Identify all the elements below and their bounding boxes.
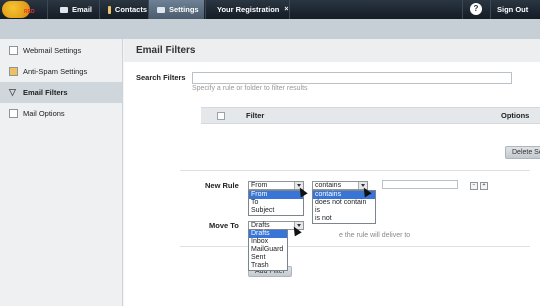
sidebar-item-label: Mail Options bbox=[23, 109, 65, 118]
delete-selected-button[interactable]: Delete Se bbox=[505, 146, 540, 159]
sign-out-label: Sign Out bbox=[497, 5, 529, 14]
move-to-dropdown: Drafts Inbox MailGuard Sent Trash bbox=[248, 229, 288, 271]
rule-operator-value: contains bbox=[315, 182, 342, 189]
main-panel: Email Filters Search Filters Specify a r… bbox=[124, 39, 540, 306]
mail-options-icon bbox=[9, 109, 18, 118]
help-button[interactable]: ? bbox=[462, 0, 490, 19]
new-rule-label: New Rule bbox=[205, 181, 239, 190]
envelope-icon bbox=[60, 6, 68, 13]
logo-text: RED bbox=[24, 9, 35, 15]
search-hint: Specify a rule or folder to filter resul… bbox=[192, 85, 308, 92]
sidebar-item-mail-options[interactable]: Mail Options bbox=[0, 103, 122, 124]
antispam-icon bbox=[9, 67, 18, 76]
select-all-checkbox[interactable] bbox=[217, 112, 225, 120]
search-filters-label: Search Filters bbox=[136, 73, 186, 82]
sidebar-item-label: Anti-Spam Settings bbox=[23, 67, 88, 76]
move-to-value: Drafts bbox=[251, 222, 270, 229]
sign-out-button[interactable]: Sign Out bbox=[490, 0, 540, 19]
sidebar-item-anti-spam-settings[interactable]: Anti-Spam Settings bbox=[0, 61, 122, 82]
move-to-label: Move To bbox=[209, 221, 239, 230]
dropdown-option[interactable]: MailGuard bbox=[249, 246, 287, 254]
dropdown-option[interactable]: To bbox=[249, 199, 303, 207]
sidebar: Webmail Settings Anti-Spam Settings ▽ Em… bbox=[0, 39, 123, 306]
dropdown-option[interactable]: Inbox bbox=[249, 238, 287, 246]
dropdown-option[interactable]: does not contain bbox=[313, 199, 375, 207]
rule-field-value: From bbox=[251, 182, 268, 189]
logo: RED bbox=[0, 0, 46, 19]
tab-settings[interactable]: Settings bbox=[148, 0, 204, 19]
add-rule-button[interactable]: + bbox=[480, 182, 488, 190]
dropdown-option[interactable]: is bbox=[313, 207, 375, 215]
move-to-hint: e the rule will deliver to bbox=[339, 232, 411, 239]
sidebar-item-webmail-settings[interactable]: Webmail Settings bbox=[0, 40, 122, 61]
filter-column-header: Filter bbox=[246, 111, 265, 120]
close-icon[interactable]: × bbox=[284, 6, 288, 13]
options-column-header: Options bbox=[501, 111, 530, 120]
dropdown-option[interactable]: Trash bbox=[249, 262, 287, 270]
top-nav-bar: RED Email Contacts Settings Your Registr… bbox=[0, 0, 540, 19]
filters-table-header: Filter Options bbox=[201, 107, 540, 124]
tab-your-registration[interactable]: Your Registration × bbox=[205, 0, 290, 19]
divider bbox=[180, 246, 530, 247]
tab-contacts[interactable]: Contacts bbox=[99, 0, 147, 19]
page-title: Email Filters bbox=[136, 45, 196, 56]
sidebar-item-label: Email Filters bbox=[23, 88, 68, 97]
search-input[interactable] bbox=[192, 72, 512, 84]
dropdown-option[interactable]: Sent bbox=[249, 254, 287, 262]
settings-icon bbox=[157, 6, 165, 13]
tab-email-label: Email bbox=[72, 5, 93, 14]
webmail-settings-icon bbox=[9, 46, 18, 55]
remove-rule-button[interactable]: − bbox=[470, 182, 478, 190]
rule-value-input[interactable] bbox=[382, 180, 458, 189]
tab-contacts-label: Contacts bbox=[114, 5, 147, 14]
contacts-icon bbox=[108, 5, 111, 14]
sidebar-item-email-filters[interactable]: ▽ Email Filters bbox=[0, 82, 122, 103]
rule-field-dropdown: From To Subject bbox=[248, 190, 304, 216]
help-icon: ? bbox=[470, 3, 482, 15]
dropdown-option[interactable]: Drafts bbox=[249, 230, 287, 238]
sub-header-bar bbox=[0, 19, 540, 39]
tab-registration-label: Your Registration bbox=[217, 5, 280, 14]
divider bbox=[180, 170, 530, 171]
filter-icon: ▽ bbox=[9, 87, 16, 97]
dropdown-option[interactable]: From bbox=[249, 191, 303, 199]
dropdown-option[interactable]: is not bbox=[313, 215, 375, 223]
dropdown-option[interactable]: Subject bbox=[249, 207, 303, 215]
tab-email[interactable]: Email bbox=[47, 0, 99, 19]
sidebar-item-label: Webmail Settings bbox=[23, 46, 82, 55]
tab-settings-label: Settings bbox=[169, 5, 199, 14]
